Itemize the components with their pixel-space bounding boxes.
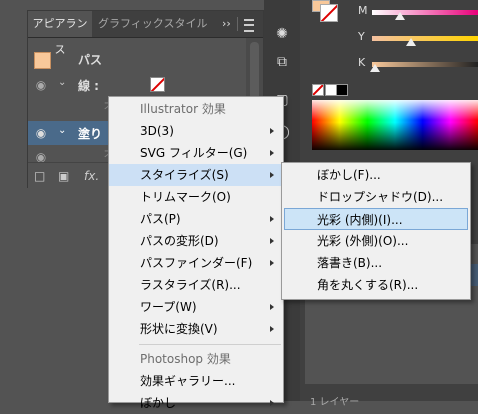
- color-spectrum-highlight: [312, 100, 478, 120]
- menu-item-warp[interactable]: ワープ(W): [109, 296, 283, 318]
- channel-label-k: K: [358, 56, 366, 69]
- chevron-down-icon[interactable]: ⌄: [58, 77, 66, 88]
- visibility-eye-icon[interactable]: ◉: [34, 126, 48, 140]
- submenu-item-scribble[interactable]: 落書き(B)...: [284, 252, 468, 274]
- magenta-slider-thumb[interactable]: [395, 12, 405, 20]
- stroke-none-swatch[interactable]: [150, 77, 165, 92]
- none-swatch[interactable]: [312, 84, 324, 96]
- menu-separator: [139, 344, 281, 345]
- submenu-arrow-icon: [270, 216, 274, 222]
- black-swatch[interactable]: [336, 84, 348, 96]
- object-row[interactable]: パス: [28, 46, 246, 72]
- effect-menu: Illustrator 効果 3D(3) SVG フィルター(G) スタイライズ…: [108, 96, 284, 410]
- collapse-panel-button[interactable]: ››: [222, 11, 231, 37]
- magenta-slider[interactable]: [372, 10, 478, 15]
- submenu-item-drop-shadow[interactable]: ドロップシャドウ(D)...: [284, 186, 468, 208]
- stroke-color-swatch[interactable]: [320, 4, 338, 22]
- menu-header-photoshop: Photoshop 効果: [140, 352, 231, 366]
- add-fill-icon[interactable]: ▣: [58, 169, 69, 183]
- chevron-down-icon[interactable]: ⌄: [58, 125, 66, 136]
- menu-item-pathfinder[interactable]: パスファインダー(F): [109, 252, 283, 274]
- menu-item-trim-marks[interactable]: トリムマーク(O): [109, 186, 283, 208]
- stroke-label: 線 :: [78, 79, 99, 93]
- tab-divider: [237, 17, 238, 31]
- submenu-arrow-icon: [270, 128, 274, 134]
- submenu-arrow-icon: [270, 172, 274, 178]
- object-thumbnail: [34, 52, 51, 69]
- tab-graphic-styles[interactable]: グラフィックスタイル: [98, 11, 207, 37]
- stylize-submenu: ぼかし(F)... ドロップシャドウ(D)... 光彩 (内側)(I)... 光…: [281, 162, 471, 300]
- visibility-eye-icon[interactable]: ◉: [34, 78, 48, 92]
- sun-icon[interactable]: ✺: [272, 24, 292, 44]
- menu-item-effect-gallery[interactable]: 効果ギャラリー...: [109, 370, 283, 392]
- yellow-slider[interactable]: [372, 36, 478, 41]
- menu-item-convert-to-shape[interactable]: 形状に変換(V): [109, 318, 283, 340]
- transform-icon[interactable]: ⧉: [272, 52, 292, 72]
- menu-item-path[interactable]: パス(P): [109, 208, 283, 230]
- submenu-arrow-icon: [270, 238, 274, 244]
- submenu-arrow-icon: [270, 304, 274, 310]
- submenu-arrow-icon: [270, 150, 274, 156]
- channel-label-m: M: [358, 4, 368, 17]
- submenu-item-round-corners[interactable]: 角を丸くする(R)...: [284, 274, 468, 296]
- black-slider-thumb[interactable]: [370, 64, 380, 72]
- menu-item-svg-filter[interactable]: SVG フィルター(G): [109, 142, 283, 164]
- black-slider[interactable]: [372, 62, 478, 67]
- submenu-item-feather[interactable]: ぼかし(F)...: [284, 164, 468, 186]
- submenu-item-outer-glow[interactable]: 光彩 (外側)(O)...: [284, 230, 468, 252]
- fx-icon[interactable]: fx.: [84, 169, 99, 183]
- stroke-row[interactable]: ◉ ⌄ 線 :: [28, 73, 246, 97]
- menu-item-3d[interactable]: 3D(3): [109, 120, 283, 142]
- menu-item-distort-transform[interactable]: パスの変形(D): [109, 230, 283, 252]
- menu-header-illustrator: Illustrator 効果: [140, 102, 226, 116]
- menu-item-rasterize[interactable]: ラスタライズ(R)...: [109, 274, 283, 296]
- yellow-slider-thumb[interactable]: [406, 38, 416, 46]
- submenu-arrow-icon: [270, 260, 274, 266]
- menu-item-stylize[interactable]: スタイライズ(S): [109, 164, 283, 186]
- menu-item-blur[interactable]: ぼかし: [109, 392, 283, 414]
- channel-label-y: Y: [358, 30, 365, 43]
- add-stroke-icon[interactable]: □: [34, 169, 45, 183]
- panel-tab-bar: アピアランス グラフィックスタイル ››: [28, 11, 263, 56]
- fill-row[interactable]: ◉ ⌄ 塗り: [28, 121, 108, 145]
- submenu-arrow-icon: [270, 326, 274, 332]
- fill-label: 塗り: [78, 127, 103, 141]
- panel-menu-icon[interactable]: [244, 19, 254, 32]
- object-label: パス: [78, 53, 103, 67]
- tab-appearance[interactable]: アピアランス: [28, 11, 92, 56]
- submenu-item-inner-glow[interactable]: 光彩 (内側)(I)...: [284, 208, 468, 230]
